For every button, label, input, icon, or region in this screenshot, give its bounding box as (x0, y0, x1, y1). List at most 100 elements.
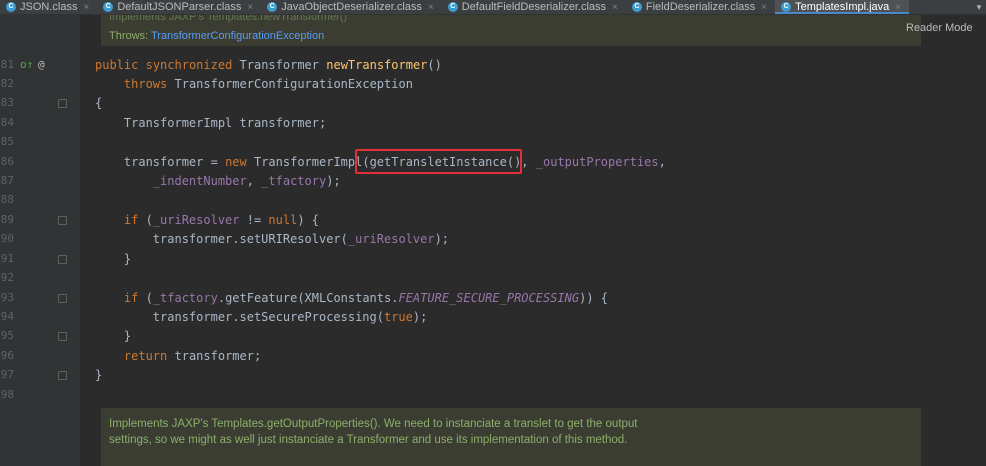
tab-label: DefaultFieldDeserializer.class (461, 1, 607, 13)
override-icon[interactable]: o↑ (20, 58, 33, 71)
code-text: TransformerImpl transformer; (123, 116, 327, 130)
code-text: { (95, 96, 103, 110)
tab-java-object-deserializer[interactable]: C JavaObjectDeserializer.class × (261, 0, 441, 14)
line-number: 98 (0, 388, 14, 401)
code-line-91: } (95, 252, 131, 266)
fold-icon[interactable] (58, 294, 67, 303)
line-number: 86 (0, 155, 14, 168)
chevron-down-icon[interactable]: ▾ (972, 2, 986, 13)
close-icon[interactable]: × (428, 2, 434, 13)
line-number: 88 (0, 193, 14, 206)
code-line-94: transformer.setSecureProcessing(true); (95, 310, 428, 324)
tab-templates-impl[interactable]: C TemplatesImpl.java × (775, 0, 910, 14)
keyword: throws (123, 77, 168, 91)
line-number: 83 (0, 96, 14, 109)
code-text: ); (326, 174, 341, 188)
code-text: ( (138, 291, 153, 305)
tab-label: DefaultJSONParser.class (117, 1, 242, 13)
doc-throws-label: Throws: (109, 30, 149, 42)
fold-icon[interactable] (58, 255, 67, 264)
keyword: if (123, 213, 139, 227)
code-line-83: { (95, 96, 102, 110)
type-name: Transformer (239, 58, 320, 72)
code-line-97: } (95, 368, 102, 382)
editor-gutter: 81 o↑ @ 82 83 84 85 86 87 88 89 90 91 92… (0, 15, 80, 466)
code-text: ( (138, 213, 153, 227)
editor-tab-bar: C JSON.class × C DefaultJSONParser.class… (0, 0, 986, 15)
close-icon[interactable]: × (247, 2, 253, 13)
line-number: 84 (0, 116, 14, 129)
annotation-icon[interactable]: @ (38, 58, 45, 71)
keyword: null (268, 213, 298, 227)
code-line-96: return transformer; (95, 349, 261, 363)
code-text: , (246, 174, 262, 188)
close-icon[interactable]: × (895, 2, 901, 13)
tab-default-field-deserializer[interactable]: C DefaultFieldDeserializer.class × (442, 0, 626, 14)
code-text: transformer; (167, 349, 262, 363)
code-line-84: TransformerImpl transformer; (95, 116, 326, 130)
code-text: , (521, 155, 536, 169)
code-line-82: throws TransformerConfigurationException (95, 77, 413, 91)
constant-name: FEATURE_SECURE_PROCESSING (398, 291, 580, 305)
highlight-annotation-box (355, 149, 522, 174)
line-number: 97 (0, 368, 14, 381)
close-icon[interactable]: × (612, 2, 618, 13)
line-number: 90 (0, 232, 14, 245)
line-number: 87 (0, 174, 14, 187)
code-text: TransformerImpl( (246, 155, 370, 169)
class-file-icon: C (781, 2, 792, 12)
class-file-icon: C (103, 2, 114, 12)
line-number: 89 (0, 213, 14, 226)
line-number: 91 (0, 252, 14, 265)
field-name: _tfactory (152, 291, 218, 305)
type-name: TransformerConfigurationException (174, 77, 413, 91)
fold-icon[interactable] (58, 99, 67, 108)
doc-comment-text: Implements JAXP's Templates.getOutputPro… (109, 418, 638, 446)
fold-icon[interactable] (58, 216, 67, 225)
code-line-81: public synchronized Transformer newTrans… (95, 58, 442, 72)
line-number: 94 (0, 310, 14, 323)
fold-icon[interactable] (58, 371, 67, 380)
code-text: ); (412, 310, 428, 324)
code-text: transformer.setSecureProcessing( (152, 310, 384, 324)
tab-label: JavaObjectDeserializer.class (281, 1, 422, 13)
code-text: != (239, 213, 269, 227)
code-line-89: if (_uriResolver != null) { (95, 213, 319, 227)
close-icon[interactable]: × (83, 2, 89, 13)
code-text: , (658, 155, 666, 169)
doc-throws-link[interactable]: TransformerConfigurationException (151, 30, 324, 42)
line-number: 81 (0, 58, 14, 71)
code-editor[interactable]: Implements JAXP's Templates.newTransform… (80, 15, 986, 466)
reader-mode-toggle[interactable]: Reader Mode (906, 22, 973, 34)
vertical-scrollbar[interactable] (980, 15, 986, 466)
class-file-icon: C (631, 2, 642, 12)
line-number: 92 (0, 271, 14, 284)
keyword: true (383, 310, 413, 324)
line-number: 93 (0, 291, 14, 304)
fold-icon[interactable] (58, 332, 67, 341)
tab-json-class[interactable]: C JSON.class × (0, 0, 97, 14)
class-file-icon: C (267, 2, 278, 12)
field-name: _uriResolver (152, 213, 240, 227)
code-text: )) { (579, 291, 608, 305)
code-text: ) { (297, 213, 320, 227)
keyword: synchronized (145, 58, 233, 72)
code-text: .getFeature(XMLConstants. (217, 291, 399, 305)
field-name: _uriResolver (347, 232, 435, 246)
code-text: } (123, 252, 132, 266)
tab-label: JSON.class (20, 1, 78, 13)
code-line-95: } (95, 329, 131, 343)
code-text: ); (434, 232, 450, 246)
code-text: } (95, 368, 103, 382)
close-icon[interactable]: × (761, 2, 767, 13)
field-name: _outputProperties (535, 155, 659, 169)
field-name: _indentNumber (152, 174, 247, 188)
line-number: 96 (0, 349, 14, 362)
class-file-icon: C (6, 2, 16, 12)
tab-field-deserializer[interactable]: C FieldDeserializer.class × (626, 0, 775, 14)
doc-comment-partial: Implements JAXP's Templates.newTransform… (109, 15, 348, 23)
tab-default-json-parser[interactable]: C DefaultJSONParser.class × (97, 0, 261, 14)
keyword: new (225, 155, 247, 169)
tab-label: TemplatesImpl.java (795, 1, 890, 13)
code-text: () (427, 58, 442, 72)
